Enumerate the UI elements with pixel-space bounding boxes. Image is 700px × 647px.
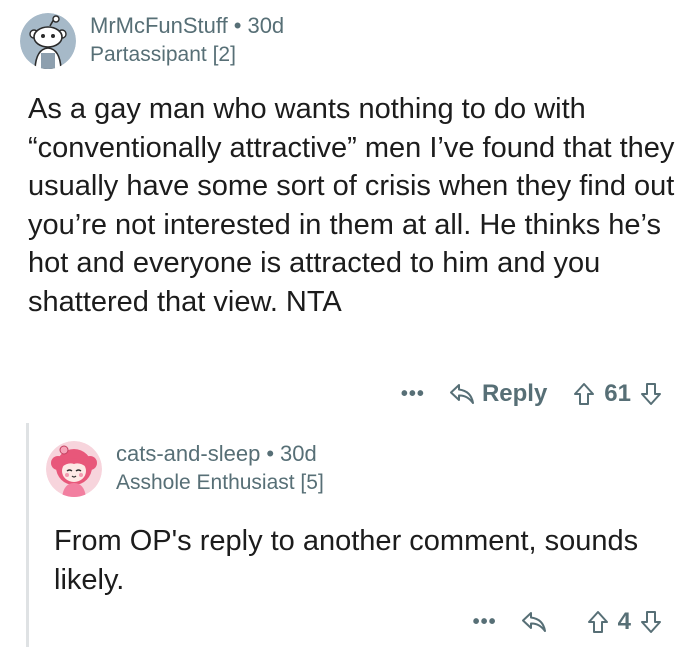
- comment-actions: ••• Reply 61: [401, 378, 662, 410]
- reply-user-flair: Asshole Enthusiast [5]: [116, 471, 324, 494]
- upvote-icon[interactable]: [573, 382, 595, 406]
- reply-avatar[interactable]: [46, 440, 102, 497]
- more-options-button[interactable]: •••: [473, 612, 497, 632]
- vote-controls: 61: [573, 380, 662, 408]
- reply-button[interactable]: [521, 611, 547, 633]
- comment-thread: MrMcFunStuff • 30d Partassipant [2] As a…: [0, 0, 700, 647]
- comment-body: As a gay man who wants nothing to do wit…: [28, 93, 675, 318]
- username[interactable]: MrMcFunStuff: [90, 12, 228, 40]
- reply-arrow-icon: [521, 611, 547, 633]
- reply-username[interactable]: cats-and-sleep: [116, 440, 260, 468]
- avatar-anime-girl-icon: [46, 440, 102, 497]
- reply-button[interactable]: Reply: [449, 380, 547, 408]
- user-flair: Partassipant [2]: [90, 43, 236, 66]
- comment-header: MrMcFunStuff • 30d Partassipant [2]: [20, 12, 284, 69]
- separator-dot: •: [266, 441, 275, 466]
- reply-actions: ••• 4: [473, 606, 662, 638]
- avatar-snoo-icon: [20, 12, 76, 69]
- reply-meta: cats-and-sleep • 30d Asshole Enthusiast …: [116, 440, 324, 497]
- separator-dot: •: [233, 13, 242, 38]
- vote-count: 61: [604, 380, 631, 407]
- vote-controls: 4: [587, 608, 662, 636]
- thread-line[interactable]: [26, 423, 29, 647]
- reply-age: 30d: [280, 441, 317, 466]
- downvote-icon[interactable]: [640, 382, 662, 406]
- more-options-button[interactable]: •••: [401, 384, 425, 404]
- comment-meta: MrMcFunStuff • 30d Partassipant [2]: [90, 12, 284, 69]
- reply-header: cats-and-sleep • 30d Asshole Enthusiast …: [46, 440, 324, 497]
- comment-age: 30d: [247, 13, 285, 38]
- downvote-icon[interactable]: [640, 610, 662, 634]
- vote-count: 4: [617, 608, 631, 635]
- avatar[interactable]: [20, 12, 76, 69]
- upvote-icon[interactable]: [587, 610, 609, 634]
- reply-body: From OP's reply to another comment, soun…: [54, 525, 639, 596]
- reply-arrow-icon: [449, 383, 475, 405]
- reply-label: Reply: [481, 380, 548, 407]
